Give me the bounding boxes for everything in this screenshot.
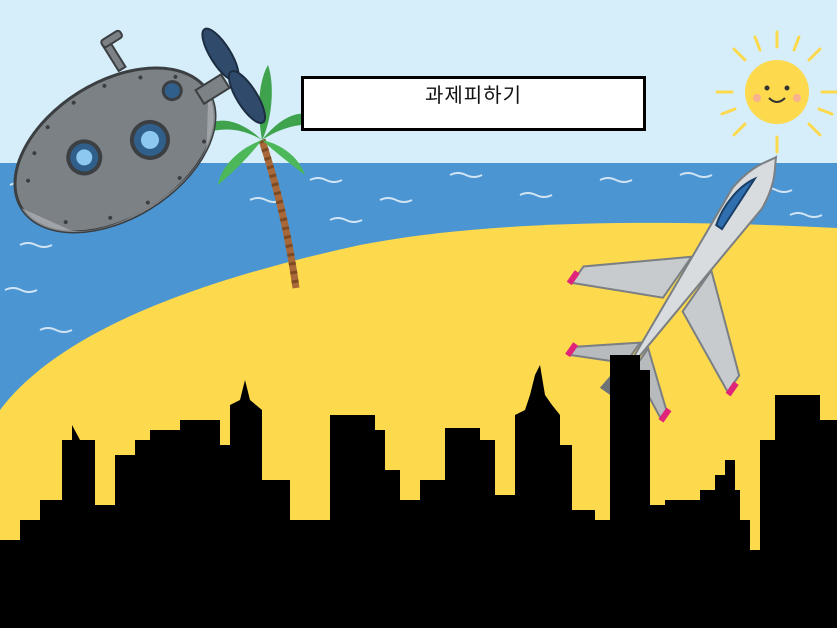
game-title: 과제피하기 bbox=[425, 83, 522, 107]
title-box: 과제피하기 bbox=[301, 76, 646, 131]
